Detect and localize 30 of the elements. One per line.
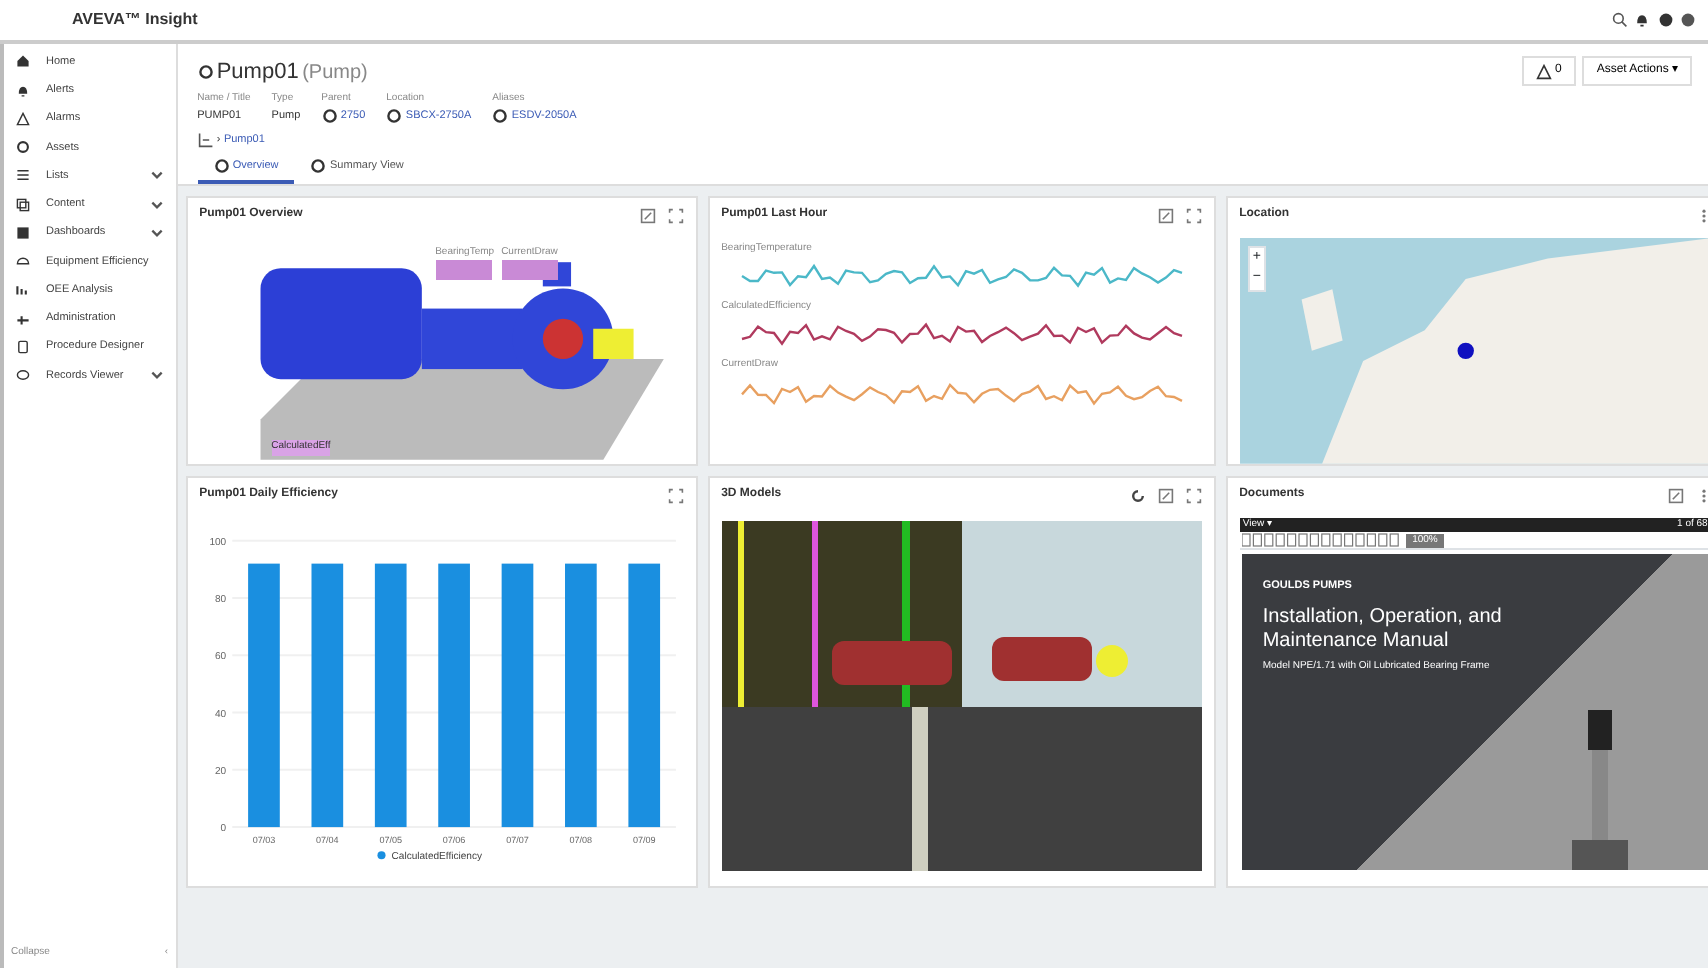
document-title: Installation, Operation, and Maintenance Manual bbox=[1262, 606, 1504, 655]
edit-icon[interactable] bbox=[1157, 207, 1174, 224]
edit-icon[interactable] bbox=[1667, 487, 1684, 504]
gauge-icon bbox=[16, 254, 30, 269]
list-icon bbox=[16, 168, 30, 183]
bell-icon bbox=[16, 83, 30, 98]
asset-name: Pump01 bbox=[216, 58, 299, 88]
chevron-icon bbox=[149, 368, 164, 383]
expand-icon[interactable] bbox=[1185, 487, 1202, 504]
eye-icon bbox=[16, 368, 30, 383]
edit-icon[interactable] bbox=[639, 207, 656, 224]
asset-type: (Pump) bbox=[302, 59, 368, 88]
hierarchy-icon[interactable] bbox=[197, 131, 214, 148]
refresh-icon[interactable] bbox=[1129, 487, 1146, 504]
edit-icon[interactable] bbox=[1157, 487, 1174, 504]
warning-icon bbox=[1535, 63, 1552, 79]
legend-marker bbox=[376, 850, 385, 859]
warning-icon bbox=[16, 111, 30, 126]
tag-value-box bbox=[435, 260, 492, 281]
expand-icon[interactable] bbox=[1185, 207, 1202, 224]
expand-icon[interactable] bbox=[667, 207, 684, 224]
copy-icon bbox=[16, 197, 30, 212]
bell-icon[interactable] bbox=[1634, 12, 1650, 28]
search-icon[interactable] bbox=[1611, 12, 1627, 28]
app-logo: AVEVA™ Insight bbox=[72, 8, 198, 32]
device-icon bbox=[16, 339, 30, 354]
bar-chart-icon bbox=[16, 282, 30, 297]
tag-value-box bbox=[501, 260, 558, 281]
expand-icon[interactable] bbox=[667, 487, 684, 504]
home-icon bbox=[16, 54, 30, 69]
